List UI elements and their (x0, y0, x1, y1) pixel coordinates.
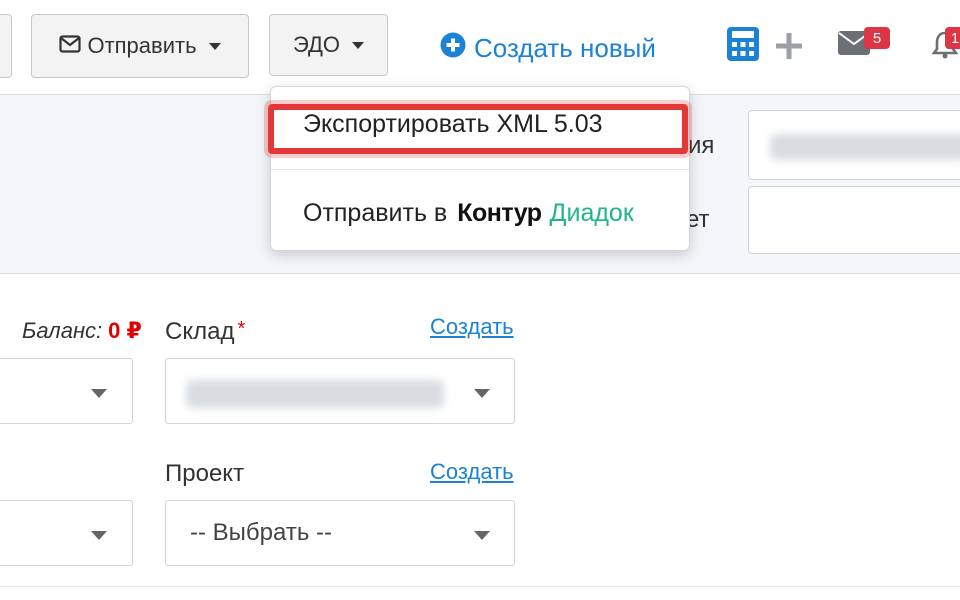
balance-value: 0 ₽ (108, 318, 142, 343)
caret-down-icon (208, 42, 221, 50)
header-field-label: ия (688, 132, 715, 159)
notification-count-badge: 1 (945, 27, 960, 49)
create-new-link[interactable]: Создать новый (440, 28, 656, 68)
left-select[interactable] (0, 358, 133, 424)
caret-down-icon (91, 389, 107, 398)
create-new-label: Создать новый (474, 32, 656, 63)
project-select[interactable]: -- Выбрать -- (165, 500, 515, 566)
caret-down-icon (474, 389, 490, 398)
header-input[interactable] (748, 186, 960, 254)
diadok-logo-text: Диадок (549, 199, 634, 227)
warehouse-label-text: Склад (165, 318, 235, 345)
send-dropdown-button[interactable]: Отправить (31, 14, 249, 78)
edo-dropdown-button[interactable]: ЭДО (269, 14, 388, 76)
balance-label: Баланс: (22, 318, 103, 343)
redacted-value (770, 134, 960, 160)
kontur-logo-text: Контур (457, 199, 542, 227)
menu-item-label: Отправить в (303, 199, 448, 227)
calculator-icon[interactable] (726, 26, 760, 67)
project-label: Проект (165, 460, 245, 487)
menu-item-send-kontur-diadok[interactable]: Отправить в Контур Диадок (271, 193, 689, 233)
balance-display: Баланс: 0 ₽ (22, 318, 142, 344)
menu-divider (271, 169, 689, 170)
mail-count-badge: 5 (864, 27, 890, 49)
redacted-value (186, 380, 444, 408)
toolbar-button-partial[interactable] (0, 14, 12, 78)
divider (0, 586, 960, 587)
caret-down-icon (91, 531, 107, 540)
warehouse-create-link[interactable]: Создать (430, 314, 514, 340)
edo-button-label: ЭДО (292, 32, 341, 57)
warehouse-label: Склад * (165, 318, 245, 346)
send-button-label: Отправить (87, 33, 197, 58)
project-create-link[interactable]: Создать (430, 459, 514, 485)
caret-down-icon (352, 41, 365, 49)
required-mark: * (237, 318, 246, 340)
plus-icon[interactable] (775, 32, 803, 65)
envelope-icon (59, 33, 82, 59)
project-select-value: -- Выбрать -- (190, 519, 332, 546)
highlight-box (268, 104, 688, 154)
caret-down-icon (474, 531, 490, 540)
plus-circle-icon (440, 32, 466, 65)
left-select[interactable] (0, 500, 133, 566)
